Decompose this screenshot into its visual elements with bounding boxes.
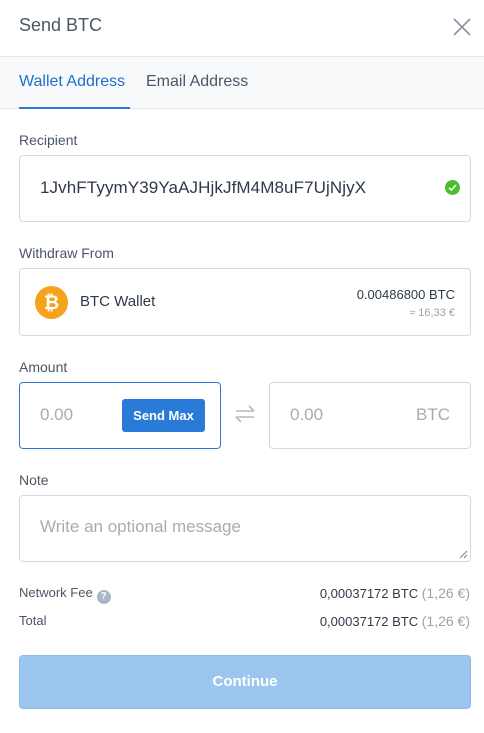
note-placeholder: Write an optional message (40, 517, 241, 536)
send-max-button[interactable]: Send Max (122, 399, 205, 432)
wallet-select[interactable]: ₿ BTC Wallet 0.00486800 BTC ≈ 16,33 € (19, 268, 471, 336)
recipient-address: 1JvhFTyymY39YaAJHjkJfM4M8uF7UjNjyX (40, 178, 367, 197)
svg-text:₿: ₿ (44, 292, 59, 314)
network-fee-fiat: (1,26 €) (421, 585, 470, 601)
tab-wallet-address[interactable]: Wallet Address (19, 73, 125, 91)
resize-handle-icon[interactable] (458, 549, 468, 559)
total-label: Total (19, 613, 47, 628)
network-fee-value: 0,00037172 BTC (1,26 €) (320, 585, 470, 601)
recipient-input[interactable]: 1JvhFTyymY39YaAJHjkJfM4M8uF7UjNjyX (19, 155, 471, 222)
wallet-fiat-balance: ≈ 16,33 € (409, 307, 455, 319)
amount-unit: BTC (416, 405, 450, 424)
note-label: Note (19, 472, 49, 488)
wallet-balance: 0.00486800 BTC (356, 287, 455, 302)
crypto-amount-input[interactable]: 0.00 Send Max (19, 382, 221, 449)
modal-header: Send BTC (0, 0, 484, 57)
bitcoin-icon: ₿ (35, 286, 68, 319)
swap-arrows-icon[interactable] (233, 403, 257, 425)
total-crypto: 0,00037172 BTC (319, 614, 419, 629)
crypto-amount-placeholder: 0.00 (40, 405, 74, 424)
note-textarea[interactable]: Write an optional message (19, 495, 471, 562)
active-tab-indicator (19, 107, 130, 109)
network-fee-text: Network Fee (19, 585, 93, 600)
amount-label: Amount (19, 359, 68, 375)
total-value: 0,00037172 BTC (1,26 €) (320, 613, 470, 629)
network-fee-label: Network Fee? (19, 585, 111, 604)
close-icon[interactable] (449, 14, 475, 40)
send-method-tabs: Wallet Address Email Address (0, 57, 484, 109)
help-icon[interactable]: ? (96, 590, 111, 604)
recipient-label: Recipient (19, 132, 78, 148)
network-fee-crypto: 0,00037172 BTC (319, 586, 419, 601)
valid-check-icon (445, 180, 460, 195)
modal-title: Send BTC (19, 15, 103, 35)
withdraw-from-label: Withdraw From (19, 245, 114, 261)
total-fiat: (1,26 €) (421, 613, 470, 629)
wallet-name: BTC Wallet (80, 293, 156, 310)
second-amount-placeholder: 0.00 (290, 405, 324, 424)
continue-button[interactable]: Continue (19, 655, 471, 709)
fiat-amount-input[interactable]: 0.00 BTC (269, 382, 471, 449)
tab-email-address[interactable]: Email Address (146, 73, 248, 91)
